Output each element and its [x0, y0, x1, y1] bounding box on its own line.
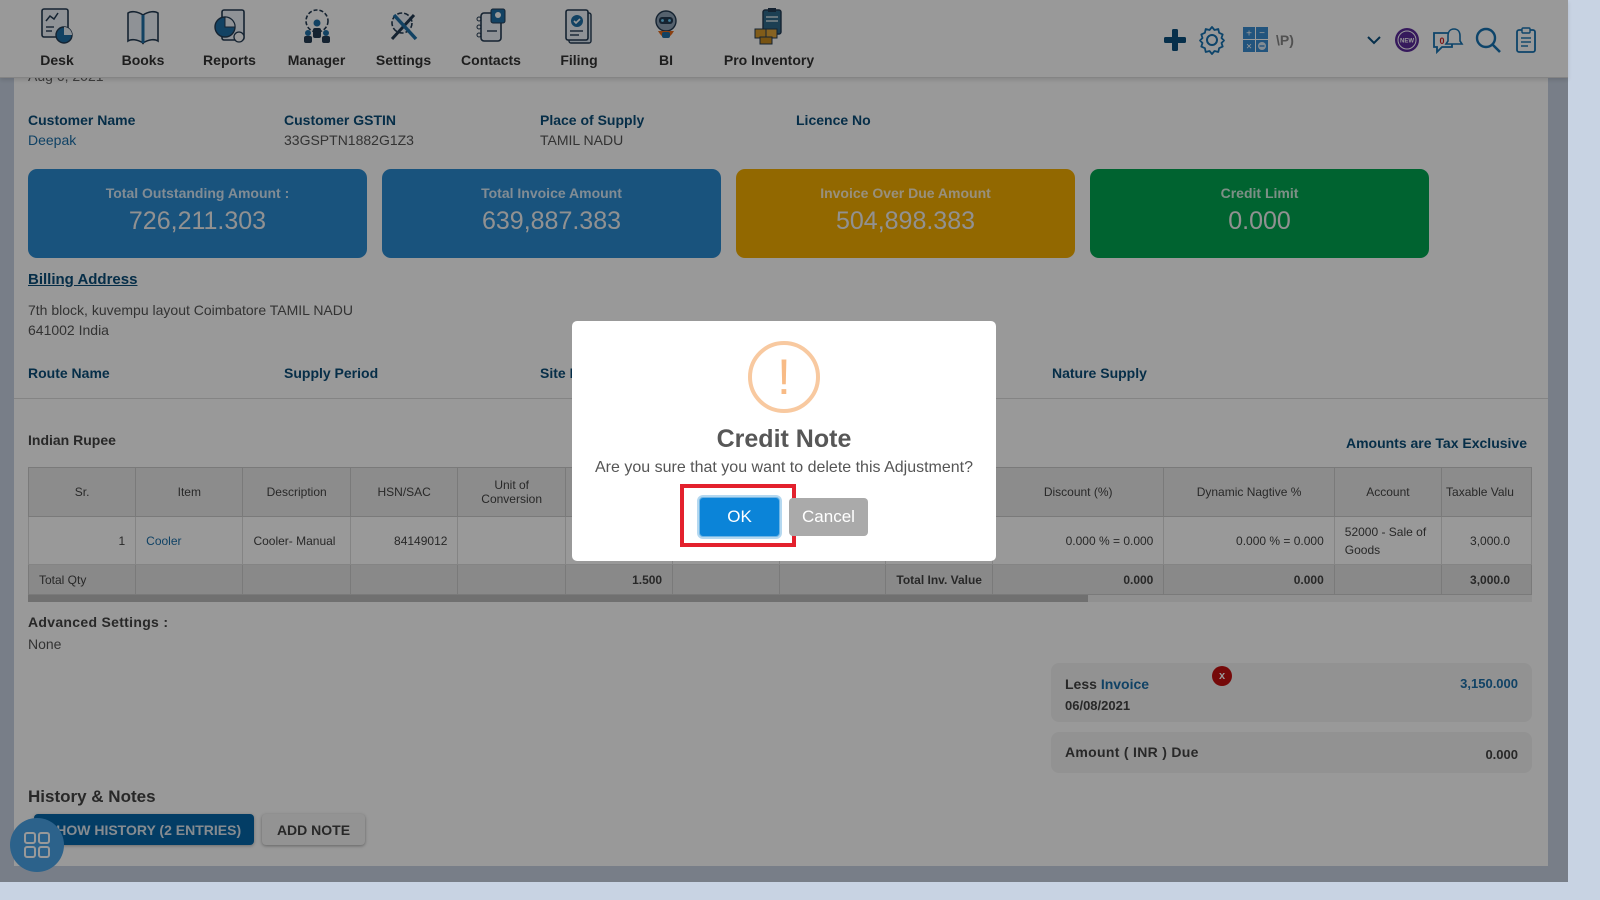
dialog-title: Credit Note: [716, 425, 852, 453]
ok-button[interactable]: OK: [699, 497, 780, 537]
cancel-button[interactable]: Cancel: [789, 498, 868, 536]
warning-icon: !: [748, 341, 820, 413]
confirm-delete-dialog: ! Credit Note Are you sure that you want…: [572, 321, 996, 561]
dialog-message: Are you sure that you want to delete thi…: [595, 459, 973, 476]
